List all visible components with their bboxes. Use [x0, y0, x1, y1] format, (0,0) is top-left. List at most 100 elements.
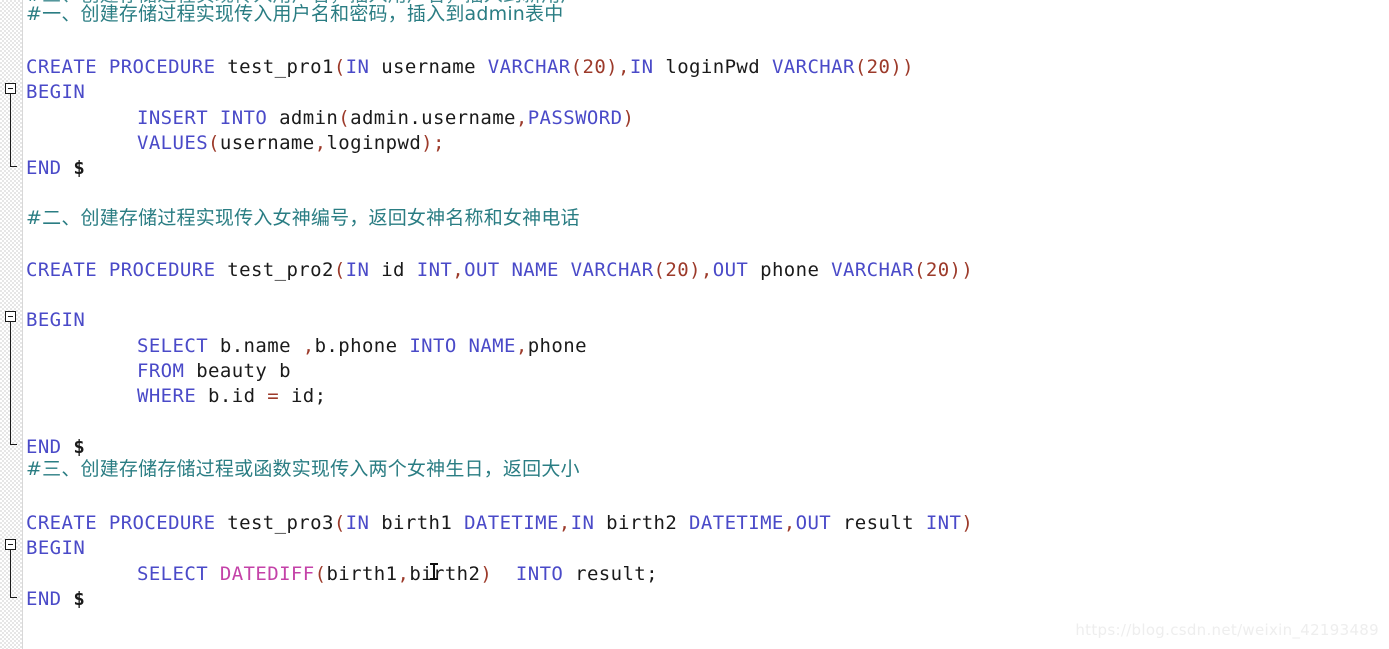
- token: VARCHAR: [831, 259, 915, 281]
- token: loginpwd: [326, 132, 422, 154]
- token: $: [73, 157, 86, 179]
- token: VARCHAR: [771, 56, 855, 78]
- token: DATETIME: [464, 512, 559, 534]
- token: test_pro2: [227, 259, 334, 281]
- watermark-url: https://blog.csdn.net/weixin_42193489: [1075, 621, 1379, 639]
- token: );: [421, 132, 445, 154]
- token: DATEDIFF: [219, 563, 315, 585]
- token: CREATE PROCEDURE: [26, 259, 228, 281]
- text-caret-icon: [430, 563, 438, 580]
- token: BEGIN: [26, 537, 86, 559]
- token: result;: [575, 563, 658, 585]
- token: b.phone: [314, 335, 410, 357]
- token: END: [26, 436, 74, 458]
- token: CREATE PROCEDURE: [26, 56, 228, 78]
- token: id: [381, 259, 417, 281]
- comment-section-one[interactable]: #一、创建存储过程实现传入用户名和密码，插入到admin表中: [0, 2, 563, 27]
- create-procedure-test-pro1[interactable]: CREATE PROCEDURE test_pro1(IN username V…: [0, 55, 914, 80]
- token: FROM: [137, 360, 197, 382]
- token: IN: [345, 512, 382, 534]
- token: (: [333, 512, 346, 534]
- token: (: [208, 132, 220, 154]
- token: (: [333, 56, 346, 78]
- comment-section-two[interactable]: #二、创建存储过程实现传入女神编号，返回女神名称和女神电话: [0, 206, 580, 231]
- token: beauty b: [196, 360, 291, 382]
- token: SELECT: [137, 563, 220, 585]
- token: END: [26, 157, 74, 179]
- token: VALUES: [137, 132, 209, 154]
- token: INTO: [504, 563, 576, 585]
- token: $: [73, 436, 86, 458]
- token: OUT NAME VARCHAR: [464, 259, 654, 281]
- token: INT: [925, 512, 962, 534]
- create-procedure-test-pro2[interactable]: CREATE PROCEDURE test_pro2(IN id INT,OUT…: [0, 258, 973, 283]
- end-block-one[interactable]: END $: [0, 156, 85, 181]
- end-block-three[interactable]: END $: [0, 587, 85, 612]
- token: (: [333, 259, 346, 281]
- fold-end-tick: [10, 166, 17, 167]
- token: birth1: [381, 512, 465, 534]
- token: ,: [783, 512, 796, 534]
- token: (20),: [570, 56, 630, 78]
- token: loginPwd: [665, 56, 772, 78]
- token: INT: [416, 259, 453, 281]
- token: IN: [345, 56, 382, 78]
- token: #二、创建存储过程实现传入女神编号，返回女神名称和女神电话: [26, 207, 580, 229]
- token: IN: [629, 56, 666, 78]
- fold-marker-procedure-two[interactable]: [5, 311, 16, 322]
- token: OUT: [712, 259, 761, 281]
- token: b.name: [219, 335, 303, 357]
- token: (20),: [653, 259, 713, 281]
- token: ): [622, 107, 635, 129]
- code-surface[interactable]: #三、创建存储过程实现传入用户名，插入用户名，插入到新用户#一、创建存储过程实现…: [0, 0, 1389, 649]
- fold-marker-procedure-three[interactable]: [5, 539, 16, 550]
- token: birth2: [409, 563, 481, 585]
- token: admin: [279, 107, 339, 129]
- token: #三、创建存储存储过程或函数实现传入两个女神生日，返回大小: [26, 458, 580, 480]
- from-beauty[interactable]: FROM beauty b: [0, 359, 291, 384]
- token: birth1: [326, 563, 398, 585]
- token: DATETIME: [689, 512, 784, 534]
- select-datediff[interactable]: SELECT DATEDIFF(birth1,birth2) INTO resu…: [0, 562, 658, 587]
- fold-connector: [10, 550, 11, 597]
- token: phone: [527, 335, 587, 357]
- token: SELECT: [137, 335, 220, 357]
- token: END: [26, 588, 74, 610]
- values-clause-one[interactable]: VALUES(username,loginpwd);: [0, 131, 445, 156]
- insert-into-admin[interactable]: INSERT INTO admin(admin.username,PASSWOR…: [0, 106, 634, 131]
- token: =: [267, 385, 291, 407]
- token: ,: [314, 132, 327, 154]
- token: INSERT INTO: [137, 107, 280, 129]
- token: CREATE PROCEDURE: [26, 512, 228, 534]
- token: IN: [345, 259, 382, 281]
- create-procedure-test-pro3[interactable]: CREATE PROCEDURE test_pro3(IN birth1 DAT…: [0, 511, 973, 536]
- where-clause-two[interactable]: WHERE b.id = id;: [0, 384, 326, 409]
- token: (20)): [914, 259, 974, 281]
- fold-end-tick: [10, 444, 17, 445]
- token: username: [219, 132, 315, 154]
- token: #一、创建存储过程实现传入用户名和密码，插入到admin表中: [26, 3, 564, 25]
- token: BEGIN: [26, 309, 86, 331]
- token: INTO NAME: [409, 335, 516, 357]
- token: username: [381, 56, 488, 78]
- token: IN: [570, 512, 607, 534]
- token: ,: [397, 563, 410, 585]
- token: test_pro3: [227, 512, 334, 534]
- fold-marker-procedure-one[interactable]: [5, 83, 16, 94]
- token: (: [314, 563, 327, 585]
- token: ,: [452, 259, 465, 281]
- token: OUT: [795, 512, 843, 534]
- token: $: [73, 588, 86, 610]
- token: ,: [515, 335, 528, 357]
- token: b.id: [208, 385, 268, 407]
- fold-connector: [10, 322, 11, 444]
- comment-section-three[interactable]: #三、创建存储存储过程或函数实现传入两个女神生日，返回大小: [0, 457, 580, 482]
- token: (20)): [854, 56, 915, 78]
- token: ): [480, 563, 505, 585]
- token: ,: [515, 107, 528, 129]
- select-into-two[interactable]: SELECT b.name ,b.phone INTO NAME,phone: [0, 334, 587, 359]
- sql-editor[interactable]: #三、创建存储过程实现传入用户名，插入用户名，插入到新用户#一、创建存储过程实现…: [0, 0, 1389, 649]
- token: admin.username: [350, 107, 516, 129]
- token: test_pro1: [227, 56, 334, 78]
- token: ,: [302, 335, 315, 357]
